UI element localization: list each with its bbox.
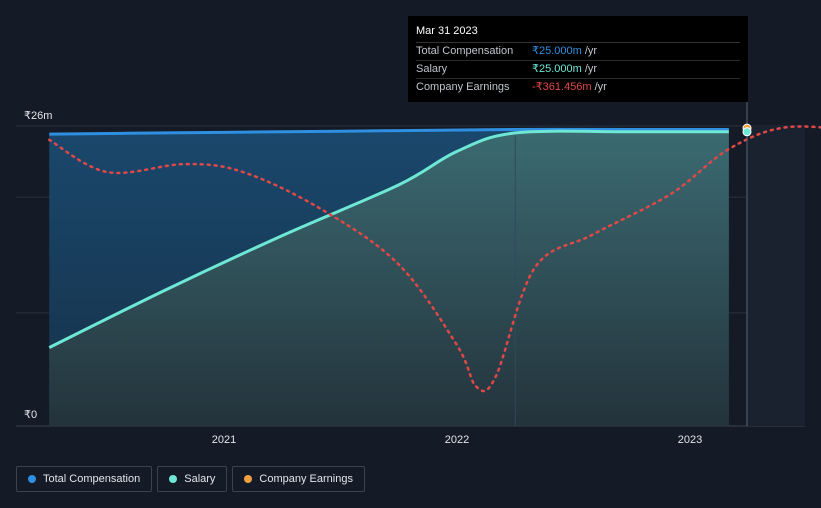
forecast-band <box>747 126 805 426</box>
tooltip-value: ₹25.000m <box>532 63 582 75</box>
legend-dot-icon <box>28 475 36 483</box>
x-tick-2021: 2021 <box>212 434 236 446</box>
y-tick-top: ₹26m <box>24 110 52 122</box>
legend-label: Total Compensation <box>43 473 141 485</box>
tooltip: Mar 31 2023 Total Compensation ₹25.000m … <box>408 16 748 102</box>
legend-label: Salary <box>184 473 216 485</box>
tooltip-row-company-earnings: Company Earnings -₹361.456m /yr <box>416 79 740 96</box>
tooltip-date: Mar 31 2023 <box>416 24 740 43</box>
y-tick-zero: ₹0 <box>24 409 37 421</box>
tooltip-value: -₹361.456m <box>532 81 592 93</box>
tooltip-label: Company Earnings <box>416 81 510 93</box>
chart-legend: Total Compensation Salary Company Earnin… <box>16 466 365 492</box>
legend-company-earnings[interactable]: Company Earnings <box>232 466 365 492</box>
legend-dot-icon <box>169 475 178 483</box>
tooltip-row-salary: Salary ₹25.000m /yr <box>416 61 740 79</box>
tooltip-value: ₹25.000m <box>532 45 582 57</box>
tooltip-label: Total Compensation <box>416 45 514 57</box>
x-tick-2023: 2023 <box>678 434 702 446</box>
legend-total-compensation[interactable]: Total Compensation <box>16 466 153 492</box>
tooltip-unit: /yr <box>584 63 598 75</box>
tooltip-unit: /yr <box>594 81 607 93</box>
legend-dot-icon <box>244 475 253 483</box>
x-tick-2022: 2022 <box>445 434 469 446</box>
salary-marker <box>742 127 752 137</box>
tooltip-unit: /yr <box>584 45 598 57</box>
legend-label: Company Earnings <box>259 473 353 485</box>
legend-salary[interactable]: Salary <box>157 466 228 492</box>
tooltip-row-total-compensation: Total Compensation ₹25.000m /yr <box>416 43 740 61</box>
tooltip-label: Salary <box>416 63 448 75</box>
